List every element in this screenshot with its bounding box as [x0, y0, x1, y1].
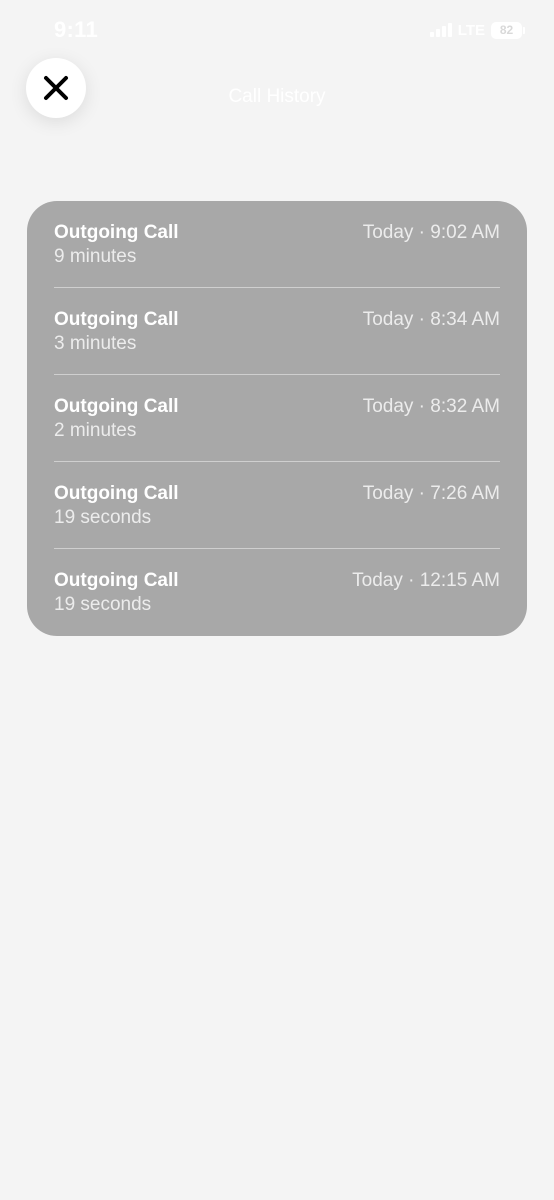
call-row[interactable]: Outgoing Call 2 minutes Today · 8:32 AM	[54, 375, 500, 462]
call-duration: 19 seconds	[54, 594, 152, 615]
call-row[interactable]: Outgoing Call 9 minutes Today · 9:02 AM	[54, 201, 500, 288]
call-time: Today · 12:15 AM	[352, 570, 500, 591]
call-type: Outgoing Call	[54, 570, 179, 591]
call-time: Today · 8:34 AM	[362, 309, 500, 330]
call-time: Today · 8:32 AM	[362, 396, 500, 417]
call-type: Outgoing Call	[54, 483, 179, 504]
battery-icon: 82	[491, 21, 525, 39]
call-type: Outgoing Call	[54, 222, 179, 243]
call-duration: 19 seconds	[54, 507, 152, 528]
signal-icon	[429, 23, 452, 37]
status-bar: 9:11 LTE 82	[0, 0, 554, 60]
battery-level: 82	[499, 23, 514, 37]
status-time: 9:11	[54, 17, 99, 42]
call-duration: 2 minutes	[54, 420, 137, 441]
call-type: Outgoing Call	[54, 396, 179, 417]
call-duration: 9 minutes	[54, 246, 137, 267]
call-list: Outgoing Call 9 minutes Today · 9:02 AM …	[27, 201, 527, 636]
network-label: LTE	[457, 21, 485, 39]
call-time: Today · 9:02 AM	[362, 222, 500, 243]
call-history-screen: 9:11 LTE 82 Call History Outgoing Call 9…	[0, 0, 554, 1200]
status-indicators: LTE 82	[429, 20, 525, 40]
call-duration: 3 minutes	[54, 333, 137, 354]
call-row[interactable]: Outgoing Call 19 seconds Today · 7:26 AM	[54, 462, 500, 549]
call-time: Today · 7:26 AM	[362, 483, 500, 504]
call-row[interactable]: Outgoing Call 19 seconds Today · 12:15 A…	[54, 549, 500, 636]
call-type: Outgoing Call	[54, 309, 179, 330]
page-title: Call History	[228, 86, 326, 107]
call-row[interactable]: Outgoing Call 3 minutes Today · 8:34 AM	[54, 288, 500, 375]
